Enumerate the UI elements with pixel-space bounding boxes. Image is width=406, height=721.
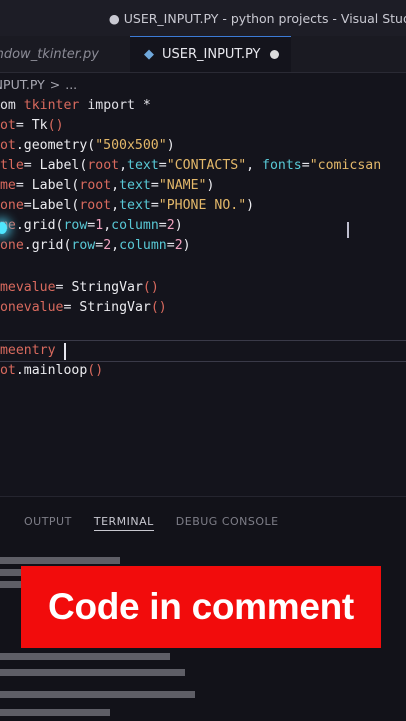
code-line-4: itle= Label(root,text="CONTACTS", fonts=… — [0, 158, 382, 173]
code-line-10: honevalue= StringVar() — [0, 300, 167, 315]
code-line-5: ame= Label(root,text="NAME") — [0, 178, 215, 193]
code-line-2: oot= Tk() — [0, 118, 64, 133]
breadcrumb: INPUT.PY > ... — [0, 74, 77, 94]
tab-label: USER_INPUT.PY — [162, 47, 261, 62]
terminal-output-line — [0, 557, 120, 564]
terminal-output-line — [0, 709, 110, 716]
code-line-9: amevalue= StringVar() — [0, 280, 159, 295]
code-line-3: oot.geometry("500x500") — [0, 138, 175, 153]
code-line-12: oot.mainloop() — [0, 363, 104, 378]
code-in-comment-banner: Code in comment — [21, 566, 381, 648]
terminal-output-line — [0, 653, 170, 660]
tab-output[interactable]: OUTPUT — [24, 515, 72, 531]
breadcrumb-trail[interactable]: ... — [65, 77, 77, 92]
code-editor[interactable]: rom tkinter import * oot= Tk() oot.geome… — [0, 96, 406, 496]
code-line-6: hone=Label(root,text="PHONE NO.") — [0, 198, 255, 213]
terminal-output-line — [0, 691, 195, 698]
code-line-11: ameentry — [0, 343, 56, 358]
editor-tab-bar: indow_tkinter.py ◆ USER_INPUT.PY — [0, 36, 406, 73]
window-title: ● USER_INPUT.PY - python projects - Visu… — [108, 10, 406, 26]
panel-tabs: OUTPUT TERMINAL DEBUG CONSOLE — [24, 515, 279, 531]
python-file-icon: ◆ — [144, 47, 154, 62]
unsaved-dot-icon[interactable] — [270, 50, 280, 59]
tab-window-tkinter[interactable]: indow_tkinter.py — [0, 36, 122, 72]
text-cursor — [64, 343, 66, 360]
breadcrumb-file[interactable]: INPUT.PY — [0, 77, 45, 92]
banner-text: Code in comment — [48, 586, 354, 627]
tab-label: indow_tkinter.py — [0, 46, 99, 62]
tab-user-input[interactable]: ◆ USER_INPUT.PY — [130, 36, 291, 72]
code-line-7: ame.grid(row=1,column=2) — [0, 218, 183, 233]
current-line-highlight — [0, 340, 406, 362]
code-line-1: rom tkinter import * — [0, 98, 151, 113]
mouse-ibeam-cursor-icon — [347, 222, 349, 238]
tab-debug-console[interactable]: DEBUG CONSOLE — [176, 515, 279, 531]
code-line-8: hone.grid(row=2,column=2) — [0, 238, 191, 253]
terminal-output-line — [0, 669, 185, 676]
tab-terminal[interactable]: TERMINAL — [93, 515, 154, 531]
breadcrumb-separator: > — [49, 76, 61, 92]
window-titlebar: ● USER_INPUT.PY - python projects - Visu… — [0, 0, 406, 36]
